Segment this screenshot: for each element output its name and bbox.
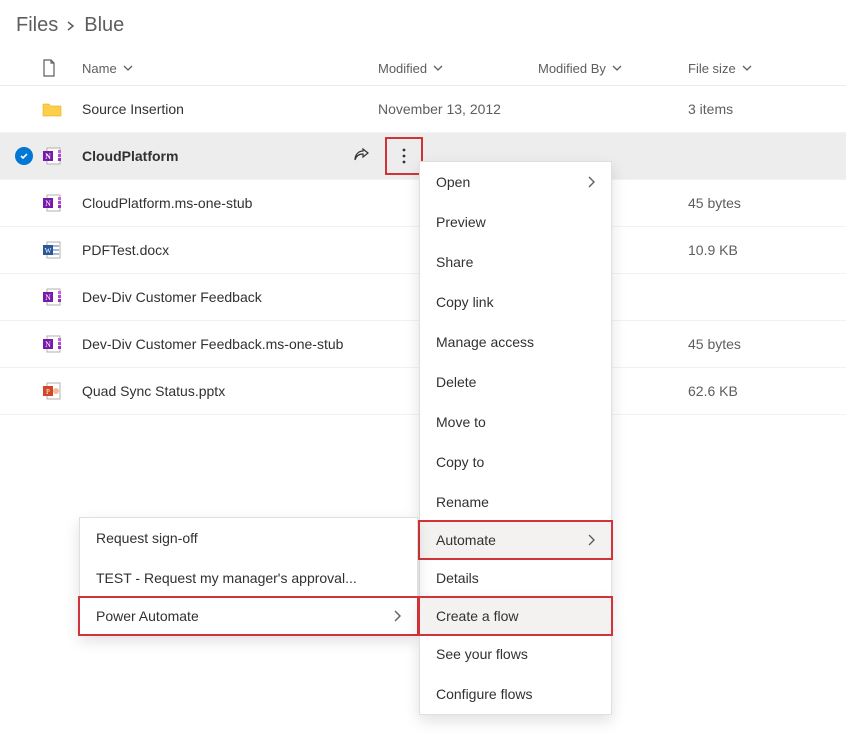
header-modified-label: Modified xyxy=(378,61,427,76)
menu-item-label: Copy link xyxy=(436,294,494,310)
powerpoint-icon: P xyxy=(42,381,62,401)
onenote-icon: N xyxy=(42,146,62,166)
menu-item[interactable]: Copy to xyxy=(420,442,611,482)
menu-item-label: Create a flow xyxy=(436,608,518,624)
menu-item-label: Manage access xyxy=(436,334,534,350)
menu-item[interactable]: Delete xyxy=(420,362,611,402)
menu-item[interactable]: Create a flow xyxy=(418,596,613,636)
chevron-right-icon xyxy=(393,610,401,622)
word-icon: W xyxy=(42,240,62,260)
size-cell: 3 items xyxy=(688,101,733,117)
header-name[interactable]: Name xyxy=(82,61,378,76)
menu-item[interactable]: Configure flows xyxy=(420,674,611,714)
row-select-checkbox[interactable] xyxy=(14,146,34,166)
onenote-icon: N xyxy=(42,287,62,307)
svg-text:N: N xyxy=(45,293,51,302)
menu-item-label: TEST - Request my manager's approval... xyxy=(96,570,357,586)
chevron-down-icon xyxy=(433,63,443,73)
chevron-right-icon xyxy=(587,176,595,188)
menu-item[interactable]: Copy link xyxy=(420,282,611,322)
svg-text:N: N xyxy=(45,152,51,161)
header-modified-by[interactable]: Modified By xyxy=(538,61,688,76)
menu-item-label: Move to xyxy=(436,414,486,430)
file-name[interactable]: Dev-Div Customer Feedback.ms-one-stub xyxy=(82,336,343,352)
share-icon[interactable] xyxy=(345,140,377,172)
header-file-size[interactable]: File size xyxy=(688,61,788,76)
menu-item[interactable]: Move to xyxy=(420,402,611,442)
file-name[interactable]: Quad Sync Status.pptx xyxy=(82,383,225,399)
more-actions-button[interactable] xyxy=(385,137,423,175)
menu-item[interactable]: TEST - Request my manager's approval... xyxy=(80,558,417,598)
menu-item-label: Details xyxy=(436,570,479,586)
chevron-down-icon xyxy=(612,63,622,73)
header-type-icon[interactable] xyxy=(42,59,82,77)
menu-item-label: Rename xyxy=(436,494,489,510)
size-cell: 45 bytes xyxy=(688,195,741,211)
menu-item-label: Copy to xyxy=(436,454,484,470)
header-file-size-label: File size xyxy=(688,61,736,76)
svg-text:N: N xyxy=(45,340,51,349)
menu-item-label: Preview xyxy=(436,214,486,230)
chevron-down-icon xyxy=(742,63,752,73)
menu-item[interactable]: Automate xyxy=(418,520,613,560)
folder-icon xyxy=(42,99,62,119)
chevron-right-icon xyxy=(66,21,76,31)
table-row[interactable]: Source Insertion November 13, 2012 3 ite… xyxy=(0,86,846,133)
menu-item[interactable]: Preview xyxy=(420,202,611,242)
menu-item[interactable]: Request sign-off xyxy=(80,518,417,558)
size-cell: 10.9 KB xyxy=(688,242,738,258)
menu-item[interactable]: Details xyxy=(420,558,611,598)
breadcrumb-root[interactable]: Files xyxy=(16,14,58,37)
file-name[interactable]: Source Insertion xyxy=(82,101,184,117)
file-name[interactable]: Dev-Div Customer Feedback xyxy=(82,289,262,305)
onenote-icon: N xyxy=(42,193,62,213)
menu-item-label: Open xyxy=(436,174,470,190)
table-header: Name Modified Modified By File size xyxy=(0,51,846,86)
automate-submenu: Request sign-off TEST - Request my manage… xyxy=(79,517,418,635)
menu-item[interactable]: Manage access xyxy=(420,322,611,362)
chevron-right-icon xyxy=(587,534,595,546)
menu-item-label: Request sign-off xyxy=(96,530,198,546)
menu-item[interactable]: Rename xyxy=(420,482,611,522)
size-cell: 62.6 KB xyxy=(688,383,738,399)
header-modified[interactable]: Modified xyxy=(378,61,538,76)
onenote-icon: N xyxy=(42,334,62,354)
menu-item[interactable]: Power Automate xyxy=(78,596,419,636)
breadcrumb-current[interactable]: Blue xyxy=(84,14,124,37)
size-cell: 45 bytes xyxy=(688,336,741,352)
menu-item-label: Automate xyxy=(436,532,496,548)
file-name[interactable]: CloudPlatform xyxy=(82,148,178,164)
header-modified-by-label: Modified By xyxy=(538,61,606,76)
svg-text:N: N xyxy=(45,199,51,208)
menu-item-label: Share xyxy=(436,254,473,270)
header-name-label: Name xyxy=(82,61,117,76)
menu-item-label: Power Automate xyxy=(96,608,199,624)
svg-text:P: P xyxy=(46,388,50,396)
file-name[interactable]: CloudPlatform.ms-one-stub xyxy=(82,195,252,211)
modified-cell: November 13, 2012 xyxy=(378,101,501,117)
context-menu: Open Preview Share Copy link Manage access De… xyxy=(419,161,612,599)
power-automate-submenu: Create a flow See your flows Configure flo… xyxy=(419,597,612,715)
svg-text:W: W xyxy=(45,247,52,255)
menu-item[interactable]: Open xyxy=(420,162,611,202)
breadcrumb: Files Blue xyxy=(0,0,846,51)
menu-item[interactable]: See your flows xyxy=(420,634,611,674)
menu-item-label: Delete xyxy=(436,374,476,390)
menu-item[interactable]: Share xyxy=(420,242,611,282)
menu-item-label: See your flows xyxy=(436,646,528,662)
file-name[interactable]: PDFTest.docx xyxy=(82,242,169,258)
chevron-down-icon xyxy=(123,63,133,73)
menu-item-label: Configure flows xyxy=(436,686,533,702)
